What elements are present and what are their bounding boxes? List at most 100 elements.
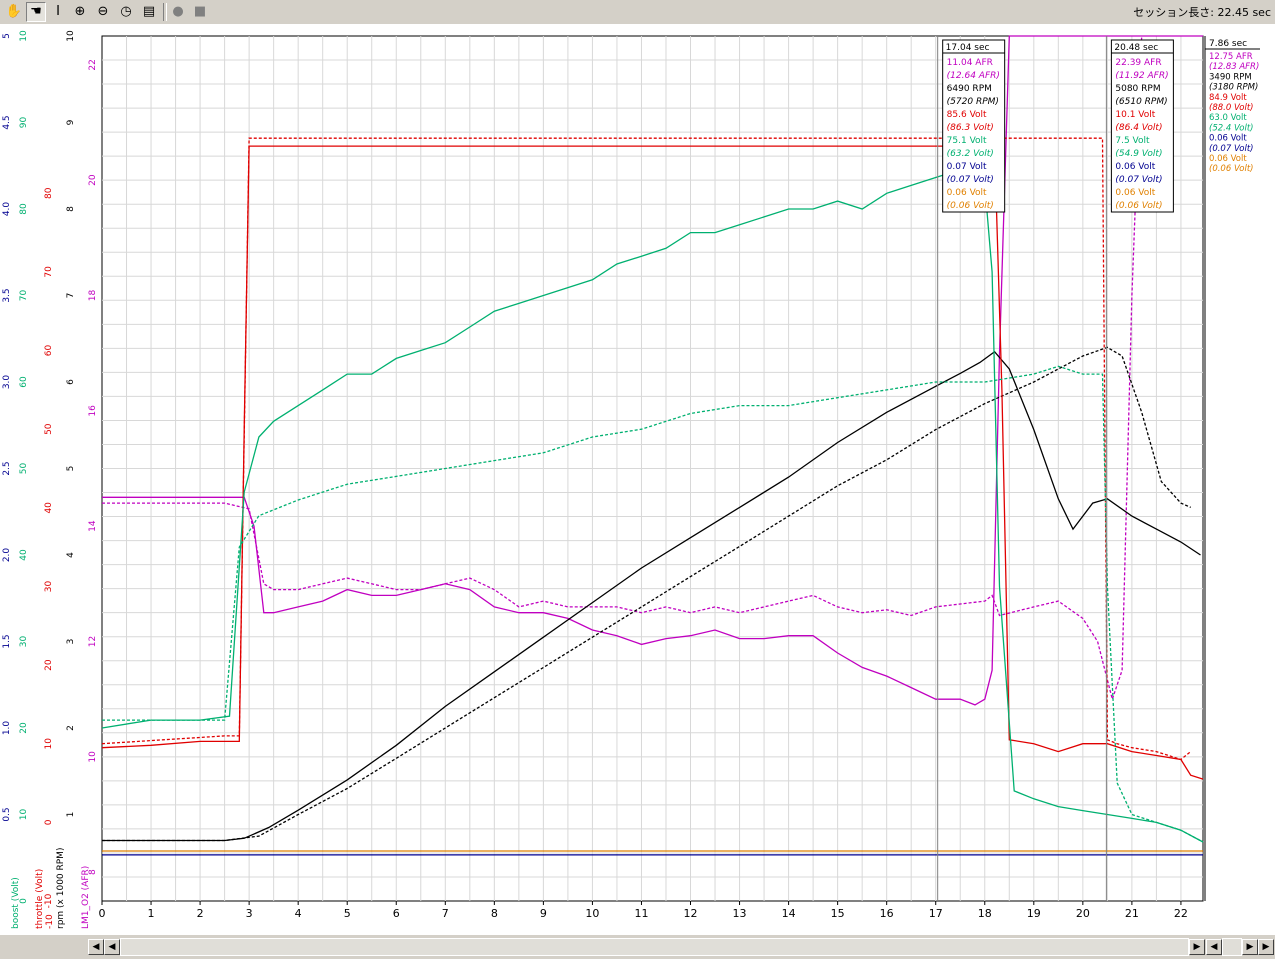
cursor-value: 10.1 Volt: [1115, 110, 1155, 120]
side-scrollbar[interactable]: [1222, 938, 1242, 956]
cursor-time-label: 20.48 sec: [1114, 43, 1158, 53]
y-tick-label: 22: [88, 59, 98, 70]
x-tick-label: 20: [1076, 907, 1090, 920]
x-tick-label: 10: [585, 907, 599, 920]
cursor-value: 5080 RPM: [1115, 84, 1160, 94]
y-tick-label: 70: [44, 266, 54, 278]
scroll-left-arrow[interactable]: ◀: [88, 939, 104, 955]
y-tick-label: 80: [19, 203, 29, 215]
x-tick-label: 5: [344, 907, 351, 920]
cursor-value: 0.06 Volt: [947, 188, 987, 198]
x-tick-label: 11: [634, 907, 648, 920]
y-tick-label: 70: [19, 290, 29, 302]
cursor-value: 11.04 AFR: [947, 58, 993, 68]
side-scroll-end-arrow[interactable]: ▶: [1258, 939, 1274, 955]
y-tick-label: 2.5: [2, 461, 12, 475]
scroll-right-arrow[interactable]: ▶: [1189, 939, 1205, 955]
y-tick-label: 3.0: [2, 375, 12, 390]
side-value: (0.07 Volt): [1209, 144, 1253, 154]
cursor-value: 85.6 Volt: [947, 110, 987, 120]
x-tick-label: 3: [246, 907, 253, 920]
grab-icon[interactable]: ☚: [26, 2, 46, 22]
dial-icon[interactable]: ◷: [116, 2, 136, 22]
y-tick-label: 60: [19, 376, 29, 388]
y-tick-label: 4.5: [2, 115, 12, 129]
x-tick-label: 2: [197, 907, 204, 920]
cursor-value: (5720 RPM): [947, 97, 999, 107]
horizontal-scrollbar[interactable]: [120, 938, 1189, 956]
zoom-out-icon[interactable]: ⊖: [93, 2, 113, 22]
y-tick-label: 1: [66, 812, 76, 818]
y-tick-label: 20: [19, 722, 29, 734]
x-tick-label: 22: [1174, 907, 1188, 920]
y-tick-label: 4: [66, 552, 76, 558]
x-tick-label: 19: [1027, 907, 1041, 920]
x-tick-label: 4: [295, 907, 302, 920]
cursor-value: (86.3 Volt): [947, 123, 994, 133]
axis-title: boost (Volt): [11, 877, 21, 929]
side-value: (88.0 Volt): [1209, 103, 1253, 113]
y-tick-label: 3: [66, 639, 76, 645]
axis-title: LM1_O2 (AFR): [81, 866, 91, 929]
axis-title: -10: [45, 914, 55, 929]
y-tick-label: 40: [44, 502, 54, 514]
x-tick-label: 6: [393, 907, 400, 920]
cursor-value: (63.2 Volt): [947, 149, 994, 159]
y-tick-label: 50: [19, 463, 29, 475]
y-tick-label: 0: [44, 819, 54, 825]
y-tick-label: 3.5: [2, 288, 12, 302]
axis-title: rpm (x 1000 RPM): [56, 848, 66, 929]
zoom-in-icon[interactable]: ⊕: [70, 2, 90, 22]
cursor-value: 0.07 Volt: [947, 162, 987, 172]
notepad-icon[interactable]: ▤: [139, 2, 159, 22]
y-tick-label: 18: [88, 290, 98, 302]
y-tick-label: 90: [19, 117, 29, 129]
session-length: セッション長さ: 22.45 sec: [1133, 6, 1271, 19]
scroll-left-arrow-2[interactable]: ◀: [104, 939, 120, 955]
text-cursor-icon[interactable]: I: [48, 2, 68, 22]
y-tick-label: 10: [66, 30, 76, 42]
x-tick-label: 9: [540, 907, 547, 920]
x-tick-label: 17: [929, 907, 943, 920]
side-scroll-left-arrow[interactable]: ◀: [1206, 939, 1222, 955]
side-scroll-right-arrow[interactable]: ▶: [1242, 939, 1258, 955]
y-tick-label: 10: [88, 751, 98, 763]
y-tick-label: 60: [44, 345, 54, 357]
y-tick-label: 4.0: [2, 202, 12, 217]
side-value: (0.06 Volt): [1209, 164, 1253, 174]
y-tick-label: 80: [44, 187, 54, 199]
chart[interactable]: 0.51.01.52.02.53.03.54.04.55010203040506…: [0, 24, 1275, 935]
y-tick-label: 10: [19, 809, 29, 821]
y-tick-label: 10: [44, 738, 54, 750]
y-tick-label: 30: [44, 580, 54, 592]
side-value: 0.06 Volt: [1209, 134, 1247, 144]
y-tick-label: 5: [66, 466, 76, 472]
x-tick-label: 13: [733, 907, 747, 920]
cursor-value: (0.06 Volt): [947, 201, 994, 211]
x-tick-label: 8: [491, 907, 498, 920]
x-tick-label: 16: [880, 907, 894, 920]
toolbar-separator: [163, 3, 167, 21]
y-tick-label: 6: [66, 379, 76, 385]
x-tick-label: 18: [978, 907, 992, 920]
side-value: 12.75 AFR: [1209, 52, 1253, 62]
side-value: 3490 RPM: [1209, 72, 1252, 82]
axis-title: throttle (Volt): [35, 869, 45, 929]
x-tick-label: 7: [442, 907, 449, 920]
x-tick-label: 14: [782, 907, 796, 920]
cursor-value: 22.39 AFR: [1115, 58, 1161, 68]
y-tick-label: 2.0: [2, 548, 12, 563]
side-value: 63.0 Volt: [1209, 113, 1247, 123]
stop-icon[interactable]: ■: [190, 2, 210, 22]
record-icon[interactable]: ●: [168, 2, 188, 22]
y-tick-label: 8: [66, 206, 76, 212]
x-tick-label: 21: [1125, 907, 1139, 920]
cursor-value: 0.06 Volt: [1115, 162, 1155, 172]
y-tick-label: 5: [2, 33, 12, 39]
cursor-value: (0.07 Volt): [947, 175, 994, 185]
cursor-value: 0.06 Volt: [1115, 188, 1155, 198]
grid: [101, 35, 1204, 902]
cursor-value: (6510 RPM): [1115, 97, 1167, 107]
hand-icon[interactable]: ✋: [4, 2, 24, 22]
x-tick-label: 1: [148, 907, 155, 920]
